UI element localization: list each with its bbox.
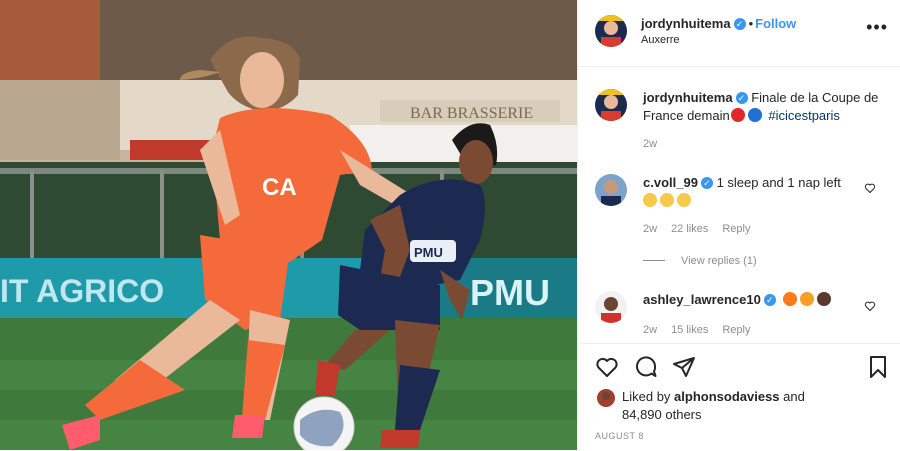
comment-item: ashley_lawrence10 ✓ (643, 291, 863, 309)
post-date[interactable]: AUGUST 8 (595, 431, 644, 441)
liked-by-prefix: Liked by (622, 389, 671, 404)
comment-likes[interactable]: 15 likes (671, 324, 708, 336)
fire-emoji-icon (783, 292, 798, 306)
person-emoji-icon (817, 292, 832, 306)
more-options-icon[interactable]: ••• (866, 18, 888, 36)
comment-item: c.voll_99 ✓ 1 sleep and 1 nap left (643, 174, 863, 210)
photo-illustration: BAR BRASSERIE IT AGRICO PMU CA PMU (0, 0, 578, 450)
comment-likes[interactable]: 22 likes (671, 223, 708, 235)
verified-badge-icon: ✓ (763, 294, 776, 306)
follow-button[interactable]: Follow (755, 16, 796, 31)
paper-plane-icon[interactable] (672, 355, 696, 379)
smile-emoji-icon (643, 193, 657, 207)
verified-badge-icon: ✓ (733, 18, 746, 30)
comment-avatar[interactable] (595, 174, 627, 206)
smile-emoji-icon (677, 193, 691, 207)
comment-heart-icon[interactable] (864, 300, 876, 312)
comment-time[interactable]: 2w (643, 223, 657, 235)
shirt-sponsor-right: PMU (414, 245, 443, 260)
caption-username[interactable]: jordynhuitema (643, 90, 733, 105)
comment-icon[interactable] (634, 355, 658, 379)
soccer-ball (293, 396, 355, 450)
liked-by-avatar[interactable] (597, 389, 615, 407)
liked-by-username[interactable]: alphonsodaviess (674, 389, 779, 404)
caption-meta: 2w (643, 138, 671, 150)
author-line: jordynhuitema ✓ • Follow (641, 15, 796, 33)
view-replies-button[interactable]: View replies (1) (643, 255, 757, 267)
comment-text: 1 sleep and 1 nap left (716, 175, 841, 190)
bookmark-icon[interactable] (866, 355, 890, 379)
author-username[interactable]: jordynhuitema (641, 16, 731, 31)
caption-avatar[interactable] (595, 89, 627, 121)
liked-by-conj: and (783, 389, 805, 404)
shirt-sponsor-left: CA (262, 174, 297, 201)
liked-by-others[interactable]: 84,890 others (622, 407, 702, 422)
verified-badge-icon: ✓ (700, 177, 713, 189)
comment-time[interactable]: 2w (643, 324, 657, 336)
banner-text-left: IT AGRICO (0, 273, 164, 309)
caption-hashtag[interactable]: #icicestparis (768, 108, 840, 123)
heart-icon[interactable] (595, 355, 619, 379)
banner-text-right: PMU (470, 272, 550, 313)
post-location[interactable]: Auxerre (641, 34, 680, 46)
view-replies-label: View replies (1) (681, 255, 757, 267)
building-sign: BAR BRASSERIE (410, 105, 533, 122)
separator-dot: • (748, 16, 754, 31)
comment-username[interactable]: ashley_lawrence10 (643, 292, 761, 307)
caption-time[interactable]: 2w (643, 138, 657, 150)
red-circle-emoji-icon (730, 108, 745, 122)
post-photo[interactable]: BAR BRASSERIE IT AGRICO PMU CA PMU (0, 0, 578, 450)
blue-circle-emoji-icon (747, 108, 762, 122)
author-avatar[interactable] (595, 15, 627, 47)
reply-button[interactable]: Reply (722, 223, 750, 235)
comment-meta: 2w 15 likes Reply (643, 324, 764, 336)
comment-meta: 2w 22 likes Reply (643, 223, 764, 235)
heart-eyes-emoji-icon (800, 292, 815, 306)
post-caption: jordynhuitema ✓ Finale de la Coupe de Fra… (643, 89, 883, 125)
smile-emoji-icon (660, 193, 674, 207)
liked-by: Liked by alphonsodaviess and 84,890 othe… (622, 388, 822, 424)
comment-username[interactable]: c.voll_99 (643, 175, 698, 190)
comment-avatar[interactable] (595, 291, 627, 323)
reply-button[interactable]: Reply (722, 324, 750, 336)
verified-badge-icon: ✓ (735, 92, 748, 104)
comment-heart-icon[interactable] (864, 182, 876, 194)
